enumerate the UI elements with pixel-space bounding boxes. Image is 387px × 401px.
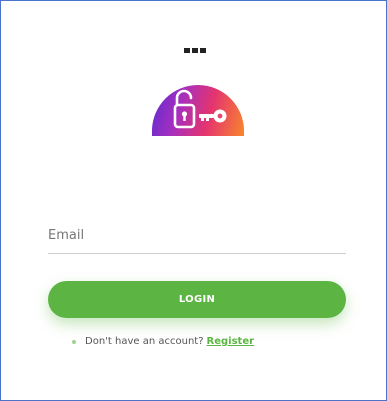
register-prompt: Don't have an account? Register	[72, 336, 254, 347]
email-input[interactable]	[48, 219, 346, 251]
register-link[interactable]: Register	[207, 336, 255, 347]
register-prompt-text: Don't have an account?	[85, 336, 204, 347]
login-button[interactable]: LOGIN	[48, 281, 346, 318]
unlocked-padlock-key-icon	[173, 89, 227, 129]
ellipsis-icon[interactable]	[184, 48, 206, 53]
bullet-icon	[72, 339, 76, 344]
app-logo	[152, 85, 244, 136]
email-field-wrapper	[48, 219, 346, 254]
app-window: LOGIN Don't have an account? Register	[0, 0, 387, 401]
